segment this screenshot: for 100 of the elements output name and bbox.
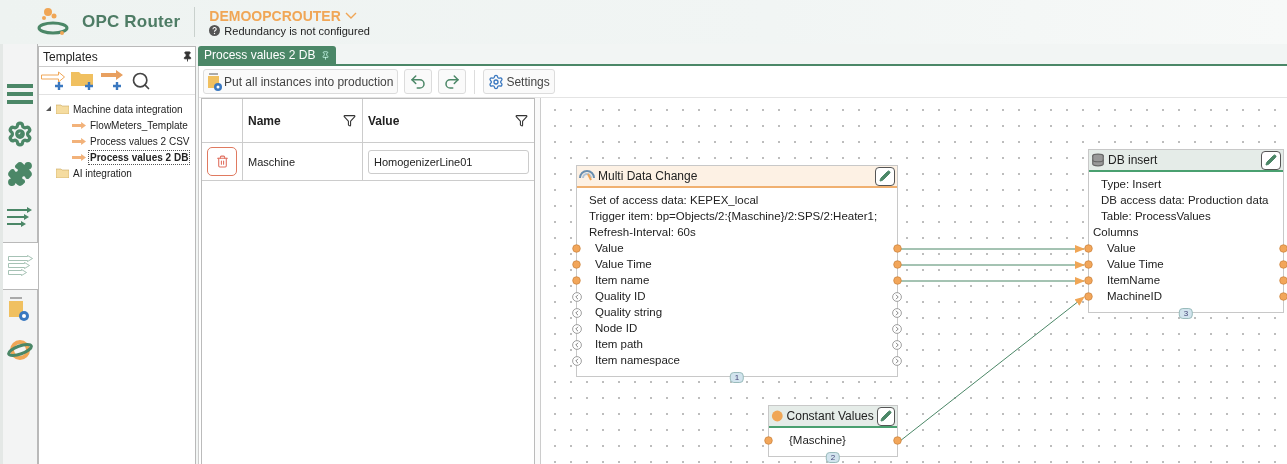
settings-icon — [488, 73, 505, 90]
edit-button[interactable] — [875, 166, 895, 186]
redo-button[interactable] — [438, 69, 467, 94]
chevron-icon — [344, 11, 357, 20]
undo-icon — [409, 72, 428, 91]
tree-item[interactable]: Process values 2 DB — [89, 150, 190, 164]
template-icon — [72, 137, 86, 145]
port-dot-icon — [1084, 276, 1093, 285]
pencil-icon — [879, 170, 891, 182]
port-label: ItemName — [1107, 274, 1161, 286]
port-dot-icon — [572, 276, 581, 285]
arrows-icon — [7, 207, 33, 229]
port-dot-icon — [893, 276, 902, 285]
port-dot-icon — [893, 260, 902, 269]
port-label: Item namespace — [595, 354, 680, 366]
port-label: Value Time — [1107, 258, 1164, 270]
node-property: DB access data: Production data — [1101, 194, 1269, 206]
template-icon — [72, 121, 86, 129]
chevron-port-icon — [572, 340, 582, 350]
port-label: Value — [1107, 242, 1136, 254]
node-property: Table: ProcessValues — [1101, 210, 1211, 222]
column-header: Value — [368, 113, 400, 128]
filter-icon[interactable] — [515, 114, 528, 127]
redo-icon — [443, 72, 462, 91]
port-label: Value Time — [595, 258, 652, 270]
node-number: 2 — [825, 452, 841, 463]
menu-icon — [7, 84, 33, 104]
port-label: Item path — [595, 338, 643, 350]
folder-gear-icon — [208, 72, 222, 91]
delete-button[interactable] — [207, 147, 237, 176]
chevron-port-icon — [572, 308, 582, 318]
filter-icon[interactable] — [343, 114, 356, 127]
chevron-port-icon — [572, 324, 582, 334]
panel-title: Templates — [43, 49, 98, 64]
column-header: Name — [248, 113, 281, 128]
port-label: Node ID — [595, 322, 638, 334]
section-label: Columns — [1093, 226, 1139, 238]
port-dot-icon — [1084, 260, 1093, 269]
tree-item[interactable]: FlowMeters_Template — [89, 118, 189, 132]
redundancy-status: Redundancy is not configured — [224, 24, 370, 37]
arrows-icon — [7, 255, 34, 277]
circle-icon — [771, 409, 784, 423]
port-label: Value — [595, 242, 624, 254]
port-label: Item name — [595, 274, 650, 286]
orbit-icon — [7, 339, 33, 361]
node-title: Constant Values — [786, 409, 874, 423]
new-template-button[interactable] — [41, 69, 67, 92]
database-icon — [1091, 153, 1105, 167]
port-label: MachineID — [1107, 290, 1162, 302]
pin-icon[interactable] — [182, 51, 193, 62]
port-dot-icon — [1084, 292, 1093, 301]
undo-button[interactable] — [404, 69, 433, 94]
tree-item[interactable]: Machine data integration — [72, 102, 184, 116]
pencil-icon — [1265, 154, 1277, 166]
folder-icon — [56, 104, 69, 114]
edit-button[interactable] — [1261, 150, 1281, 170]
node-title: Multi Data Change — [598, 169, 699, 183]
node-number: 3 — [1178, 308, 1194, 319]
tree-item[interactable]: Process values 2 CSV — [89, 134, 191, 148]
port-label: Quality string — [595, 306, 663, 318]
port-dot-icon — [893, 436, 902, 445]
node-title: DB insert — [1108, 153, 1159, 167]
chevron-port-icon — [892, 308, 902, 318]
app-name: OPC Router — [82, 12, 181, 32]
pencil-icon — [879, 410, 892, 422]
port-dot-icon — [572, 260, 581, 269]
node-property: Refresh-Interval: 60s — [589, 226, 696, 238]
node-property: Trigger item: bp=Objects/2:{Maschine}/2:SPS/2:Heater1; — [589, 210, 878, 222]
puzzle-icon — [7, 161, 33, 187]
expander-icon[interactable] — [45, 105, 52, 112]
tree-item[interactable]: AI integration — [72, 166, 133, 180]
port-dot-icon — [1084, 244, 1093, 253]
help-icon — [209, 25, 221, 36]
chevron-port-icon — [892, 324, 902, 334]
chevron-port-icon — [892, 356, 902, 366]
edit-button[interactable] — [876, 406, 895, 426]
port-label: {Maschine} — [789, 434, 846, 446]
value-field[interactable]: HomogenizerLine01 — [368, 149, 529, 174]
pin-icon — [321, 50, 331, 60]
settings-button[interactable]: Settings — [483, 69, 555, 94]
production-button[interactable]: Put all instances into production — [203, 69, 399, 94]
chevron-port-icon — [892, 340, 902, 350]
chevron-port-icon — [572, 292, 582, 302]
port-dot-icon — [572, 244, 581, 253]
trash-icon — [215, 155, 229, 168]
document-tab[interactable]: Process values 2 DB — [198, 46, 337, 64]
port-dot-icon — [893, 244, 902, 253]
chevron-port-icon — [572, 356, 582, 366]
node-number: 1 — [729, 372, 745, 383]
folder-gear-icon — [8, 297, 32, 323]
template-icon — [72, 153, 86, 161]
node-property: Type: Insert — [1101, 178, 1162, 190]
node-property: Set of access data: KEPEX_local — [589, 194, 759, 206]
chevron-port-icon — [892, 292, 902, 302]
port-label: Quality ID — [595, 290, 646, 302]
table-cell: Maschine — [248, 155, 296, 168]
search-button[interactable] — [131, 70, 151, 91]
folder-icon — [56, 168, 69, 178]
wave-icon — [579, 169, 595, 183]
port-dot-icon — [764, 436, 773, 445]
